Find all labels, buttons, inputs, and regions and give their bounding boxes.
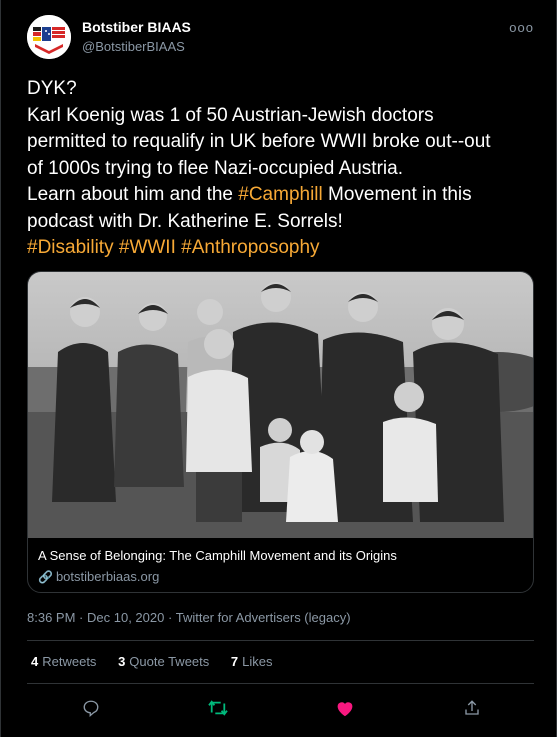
quote-tweets-label: Quote Tweets — [129, 654, 210, 669]
botstiber-logo-icon — [27, 15, 71, 59]
user-handle[interactable]: @BotstiberBIAAS — [82, 39, 185, 54]
card-domain-text: botstiberbiaas.org — [55, 569, 160, 584]
hashtag-anthroposophy[interactable]: #Anthroposophy — [181, 237, 319, 258]
link-icon: 🔗 — [38, 570, 53, 584]
hashtag-camphill[interactable]: #Camphill — [238, 184, 322, 205]
tweet-line: DYK? — [27, 78, 77, 99]
display-name[interactable]: Botstiber BIAAS — [82, 19, 191, 35]
reply-icon — [83, 700, 99, 717]
reply-button[interactable] — [78, 695, 104, 721]
tweet-text-segment: Learn about him and the — [27, 184, 239, 205]
hashtag-line: #Disability #WWII #Anthroposophy — [27, 235, 532, 262]
more-icon[interactable]: ooo — [509, 20, 534, 35]
tweet-meta: 8:36 PM · Dec 10, 2020 · Twitter for Adv… — [27, 610, 351, 625]
tweet-line: of 1000s trying to flee Nazi-occupied Au… — [27, 157, 403, 179]
hashtag-disability[interactable]: #Disability — [27, 237, 114, 258]
retweets-stat[interactable]: 4 Retweets — [31, 654, 96, 669]
link-card[interactable]: A Sense of Belonging: The Camphill Movem… — [27, 271, 534, 593]
retweets-label: Retweets — [42, 654, 97, 669]
card-title[interactable]: A Sense of Belonging: The Camphill Movem… — [38, 548, 397, 563]
hashtag-wwii[interactable]: #WWII — [119, 237, 176, 258]
share-icon — [465, 700, 479, 715]
engagement-stats: 4 Retweets 3 Quote Tweets 7 Likes — [31, 654, 291, 669]
divider — [27, 640, 534, 641]
avatar[interactable] — [27, 15, 71, 59]
retweets-count: 4 — [31, 654, 39, 669]
card-photo — [28, 272, 533, 538]
tweet-source[interactable]: Twitter for Advertisers (legacy) — [176, 610, 351, 625]
tweet-text: DYK? Karl Koenig was 1 of 50 Austrian-Je… — [27, 76, 532, 262]
tweet: Botstiber BIAAS @BotstiberBIAAS ooo DYK?… — [0, 0, 557, 737]
likes-label: Likes — [242, 654, 273, 669]
tweet-line: podcast with Dr. Katherine E. Sorrels! — [27, 210, 343, 232]
share-button[interactable] — [459, 695, 485, 721]
tweet-time[interactable]: 8:36 PM — [27, 610, 75, 625]
tweet-line: permitted to requalify in UK before WWII… — [27, 131, 491, 152]
like-icon — [337, 702, 353, 717]
meta-separator: · — [167, 610, 173, 625]
divider — [27, 683, 534, 684]
card-domain[interactable]: 🔗 botstiberbiaas.org — [38, 569, 159, 584]
likes-count: 7 — [230, 654, 239, 669]
tweet-line: Karl Koenig was 1 of 50 Austrian-Jewish … — [27, 104, 434, 126]
quote-tweets-stat[interactable]: 3 Quote Tweets — [118, 654, 209, 669]
tweet-date[interactable]: Dec 10, 2020 — [87, 610, 164, 625]
like-button[interactable] — [332, 695, 358, 721]
retweet-button[interactable] — [205, 695, 231, 721]
action-bar — [1, 695, 557, 721]
meta-separator: · — [79, 610, 84, 625]
likes-stat[interactable]: 7 Likes — [231, 654, 273, 669]
tweet-line: Learn about him and the #Camphill Moveme… — [27, 182, 532, 209]
quote-tweets-count: 3 — [118, 654, 126, 669]
family-photo-image — [28, 272, 533, 538]
tweet-text-segment: Movement in this — [322, 184, 472, 205]
retweet-icon — [208, 700, 228, 716]
